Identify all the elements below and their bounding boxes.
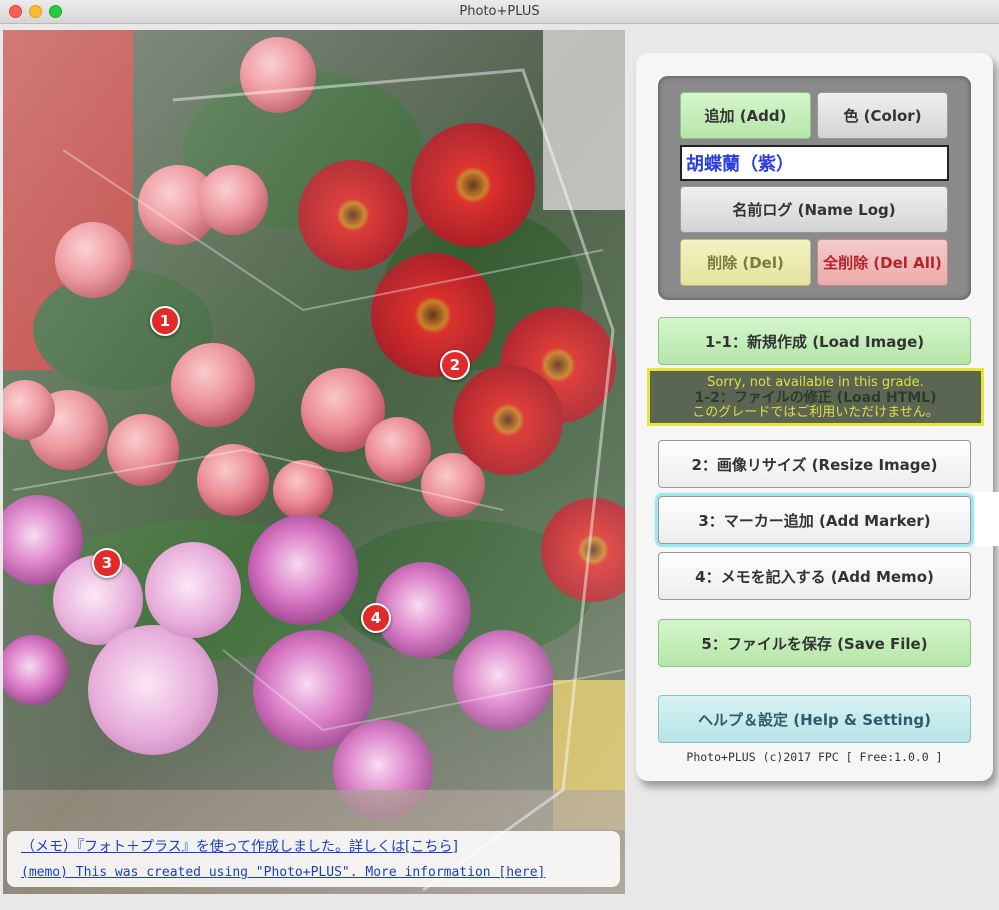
delete-button[interactable]: 削除 (Del) xyxy=(680,239,811,286)
marker-4[interactable]: 4 xyxy=(361,603,391,633)
marker-name-input[interactable] xyxy=(680,145,949,181)
photo-canvas[interactable]: 1 2 3 4 （メモ）『フォト＋プラス』を使って作成しました。詳しくは[こちら… xyxy=(3,30,625,894)
window-title: Photo+PLUS xyxy=(459,4,540,19)
color-button[interactable]: 色 (Color) xyxy=(817,92,948,139)
version-footer: Photo+PLUS (c)2017 FPC [ Free:1.0.0 ] xyxy=(686,750,943,764)
load-image-button[interactable]: 1-1：新規作成 (Load Image) xyxy=(658,317,971,365)
name-log-button[interactable]: 名前ログ (Name Log) xyxy=(680,186,948,233)
memo-link-en[interactable]: (memo) This was created using "Photo+PLU… xyxy=(21,860,606,885)
save-file-button[interactable]: 5：ファイルを保存 (Save File) xyxy=(658,619,971,667)
marker-1[interactable]: 1 xyxy=(150,306,180,336)
add-memo-button[interactable]: 4：メモを記入する (Add Memo) xyxy=(658,552,971,600)
memo-link-ja[interactable]: （メモ）『フォト＋プラス』を使って作成しました。詳しくは[こちら] xyxy=(21,835,606,860)
help-settings-button[interactable]: ヘルプ＆設定 (Help & Setting) xyxy=(658,695,971,743)
control-panel: 追加 (Add) 色 (Color) 名前ログ (Name Log) 削除 (D… xyxy=(636,53,993,781)
name-editor-box: 追加 (Add) 色 (Color) 名前ログ (Name Log) 削除 (D… xyxy=(658,76,971,300)
unavailable-message-ja: このグレードではご利用いただけません。 xyxy=(692,405,939,420)
add-button[interactable]: 追加 (Add) xyxy=(680,92,811,139)
delete-all-button[interactable]: 全削除 (Del All) xyxy=(817,239,948,286)
unavailable-message-en: Sorry, not available in this grade. xyxy=(707,375,924,390)
add-marker-button[interactable]: 3：マーカー追加 (Add Marker) xyxy=(658,496,971,544)
memo-box: （メモ）『フォト＋プラス』を使って作成しました。詳しくは[こちら] (memo)… xyxy=(7,831,620,887)
flower-photo-image xyxy=(3,30,625,894)
load-html-unavailable-notice: 1-2：ファイルの修正 (Load HTML) Sorry, not avail… xyxy=(647,368,984,426)
load-html-button-disabled: 1-2：ファイルの修正 (Load HTML) xyxy=(694,390,937,406)
selection-highlight xyxy=(975,492,999,546)
title-bar: Photo+PLUS xyxy=(0,0,999,24)
marker-2[interactable]: 2 xyxy=(440,350,470,380)
marker-3[interactable]: 3 xyxy=(92,548,122,578)
resize-image-button[interactable]: 2：画像リサイズ (Resize Image) xyxy=(658,440,971,488)
